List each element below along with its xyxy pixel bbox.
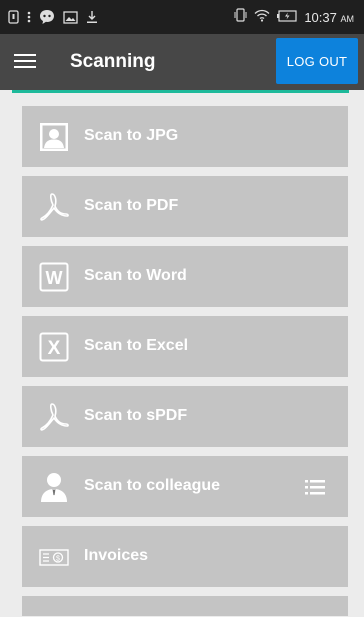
list-item-label: Scan to colleague (84, 477, 221, 494)
svg-text:$: $ (56, 556, 60, 563)
pdf-icon (38, 401, 70, 433)
list-item-label: Scan to JPG (84, 127, 179, 144)
accent-divider (12, 90, 349, 93)
list-item-scan-to-excel[interactable]: X Scan to Excel (22, 316, 348, 377)
list-item-scan-to-jpg[interactable]: Scan to JPG (22, 106, 348, 167)
word-icon: W (38, 261, 70, 293)
list-item-scan-to-colleague[interactable]: Scan to colleague (22, 456, 348, 517)
list-item-scan-to-pdf[interactable]: Scan to PDF (22, 176, 348, 237)
list-item-scan-to-word[interactable]: W Scan to Word (22, 246, 348, 307)
clock: 10:37 AM (304, 10, 354, 25)
svg-text:X: X (48, 338, 61, 359)
page-title: Scanning (70, 51, 156, 72)
list-item[interactable] (22, 596, 348, 616)
list-item-invoices[interactable]: $ Invoices (22, 526, 348, 587)
scan-options-list: Scan to JPG Scan to PDF W Scan to Word X… (12, 106, 350, 616)
image-person-icon (38, 121, 70, 153)
wifi-icon (254, 9, 270, 27)
battery-icon (277, 9, 297, 27)
status-bar: 10:37 AM (0, 0, 364, 34)
hamburger-icon[interactable] (14, 51, 36, 73)
invoice-icon: $ (38, 541, 70, 573)
notification-icon (8, 10, 19, 29)
excel-icon: X (38, 331, 70, 363)
list-item-label: Scan to sPDF (84, 407, 188, 424)
list-item-label: Invoices (84, 547, 149, 564)
list-item-scan-to-spdf[interactable]: Scan to sPDF (22, 386, 348, 447)
chat-icon (39, 9, 55, 30)
list-icon[interactable] (304, 476, 326, 498)
list-item-label: Scan to PDF (84, 197, 179, 214)
vibrate-icon (234, 8, 247, 27)
list-item-label: Scan to Word (84, 267, 187, 284)
logout-button[interactable]: LOG OUT (276, 38, 358, 84)
list-item-label: Scan to Excel (84, 337, 189, 354)
download-icon (86, 10, 98, 29)
person-icon (38, 471, 70, 503)
app-bar: Scanning LOG OUT (0, 34, 364, 90)
svg-text:W: W (46, 268, 63, 288)
more-icon (27, 10, 31, 29)
gallery-icon (63, 10, 78, 29)
pdf-icon (38, 191, 70, 223)
